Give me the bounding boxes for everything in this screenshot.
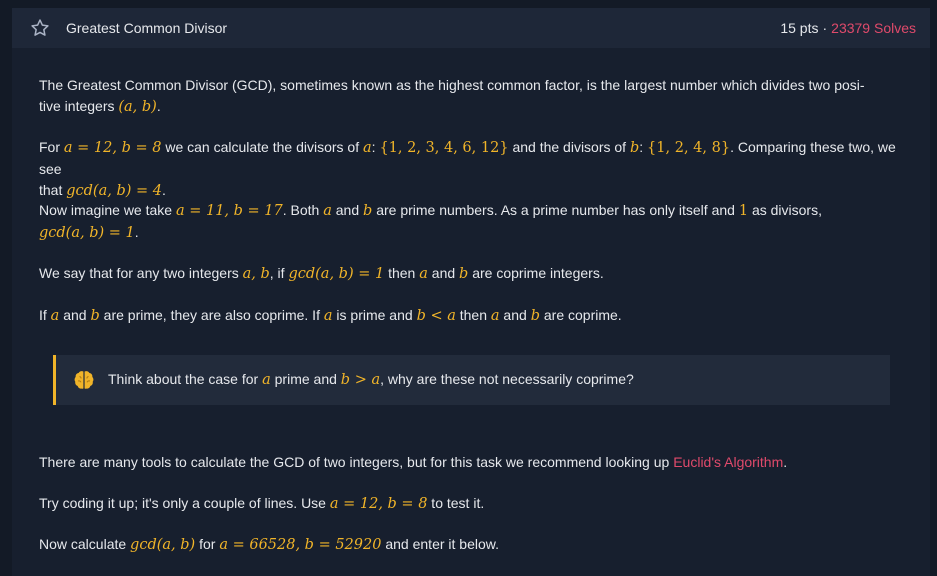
text: , if (269, 265, 289, 281)
text: to test it. (427, 495, 485, 511)
math-expression: a = 12, b = 8 (329, 496, 428, 512)
text: . (134, 224, 139, 240)
text: If (39, 307, 51, 323)
text: Now imagine we take (39, 202, 176, 218)
text: is prime and (332, 307, 417, 323)
text: . (162, 182, 166, 198)
text: and (427, 265, 460, 281)
text: and (59, 307, 91, 323)
math-expression: a (262, 372, 271, 388)
text: . (156, 98, 161, 114)
challenge-header[interactable]: Greatest Common Divisor 15 pts · 23379 S… (12, 8, 930, 48)
text: as divisors, (748, 202, 822, 218)
math-expression: b (459, 266, 469, 282)
math-expression: a (419, 266, 428, 282)
paragraph-task: Now calculate gcd(a, b) for a = 66528, b… (39, 534, 901, 556)
text: For (39, 139, 64, 155)
paragraph-intro: The Greatest Common Divisor (GCD), somet… (39, 75, 901, 118)
text: , why are these not necessarily coprime? (380, 371, 634, 387)
solves-link[interactable]: 23379 Solves (831, 20, 916, 36)
math-expression: b (363, 203, 373, 219)
star-icon[interactable] (30, 18, 50, 38)
math-expression: {1, 2, 3, 4, 6, 12} (379, 140, 509, 156)
math-expression: gcd(a, b) = 4 (66, 183, 162, 199)
math-expression: b (530, 308, 540, 324)
math-expression: gcd(a, b) = 1 (39, 225, 135, 241)
hint-text: Think about the case for a prime and b >… (108, 369, 634, 391)
brain-icon (72, 368, 96, 392)
euclid-algorithm-link[interactable]: Euclid's Algorithm (673, 454, 783, 470)
math-expression: a, b (242, 266, 270, 282)
text: Now calculate (39, 536, 131, 552)
paragraph-tools: There are many tools to calculate the GC… (39, 452, 901, 473)
math-expression: a = 66528, b = 52920 (219, 537, 382, 553)
paragraph-coprime-definition: We say that for any two integers a, b, i… (39, 263, 901, 285)
text: tive integers (39, 98, 119, 114)
math-expression: b < a (416, 308, 456, 324)
math-expression: 1 (738, 203, 749, 219)
points-label: 15 pts (780, 20, 819, 36)
paragraph-try-coding: Try coding it up; it's only a couple of … (39, 493, 901, 515)
text: are prime, they are also coprime. If (99, 307, 324, 323)
math-expression: b (90, 308, 100, 324)
text: and (499, 307, 531, 323)
text: . (783, 454, 788, 470)
text: prime and (270, 371, 341, 387)
math-expression: a (490, 308, 500, 324)
paragraph-prime-coprime: If a and b are prime, they are also copr… (39, 305, 901, 327)
text: then (384, 265, 420, 281)
challenge-title: Greatest Common Divisor (66, 20, 228, 36)
math-expression: a (323, 203, 332, 219)
math-expression: (a, b) (118, 99, 157, 115)
text: The Greatest Common Divisor (GCD), somet… (39, 77, 865, 93)
math-expression: a = 12, b = 8 (63, 140, 162, 156)
text: and (331, 202, 364, 218)
text: We say that for any two integers (39, 265, 243, 281)
text: : (639, 139, 648, 155)
math-expression: gcd(a, b) (130, 537, 196, 553)
text: are prime numbers. As a prime number has… (372, 202, 739, 218)
text: for (195, 536, 220, 552)
challenge-meta: 15 pts · 23379 Solves (780, 20, 916, 36)
paragraph-example-1: For a = 12, b = 8 we can calculate the d… (39, 137, 901, 202)
text: Try coding it up; it's only a couple of … (39, 495, 330, 511)
text: Think about the case for (108, 371, 263, 387)
paragraph-example-2: Now imagine we take a = 11, b = 17. Both… (39, 200, 901, 244)
math-expression: a = 11, b = 17 (175, 203, 283, 219)
meta-separator: · (822, 20, 828, 36)
text: and enter it below. (381, 536, 499, 552)
math-expression: b (629, 140, 640, 156)
text: then (455, 307, 491, 323)
text: we can calculate the divisors of (161, 139, 363, 155)
text: There are many tools to calculate the GC… (39, 454, 674, 470)
math-expression: b > a (340, 372, 381, 388)
math-expression: a (363, 140, 372, 156)
text: that (39, 182, 67, 198)
math-expression: gcd(a, b) = 1 (288, 266, 385, 282)
challenge-description: The Greatest Common Divisor (GCD), somet… (12, 48, 930, 576)
text: . Both (282, 202, 324, 218)
math-expression: {1, 2, 4, 8} (647, 140, 731, 156)
text: are coprime integers. (468, 265, 604, 281)
text: and the divisors of (508, 139, 630, 155)
hint-callout: Think about the case for a prime and b >… (53, 355, 890, 405)
math-expression: a (323, 308, 333, 324)
text: are coprime. (539, 307, 622, 323)
